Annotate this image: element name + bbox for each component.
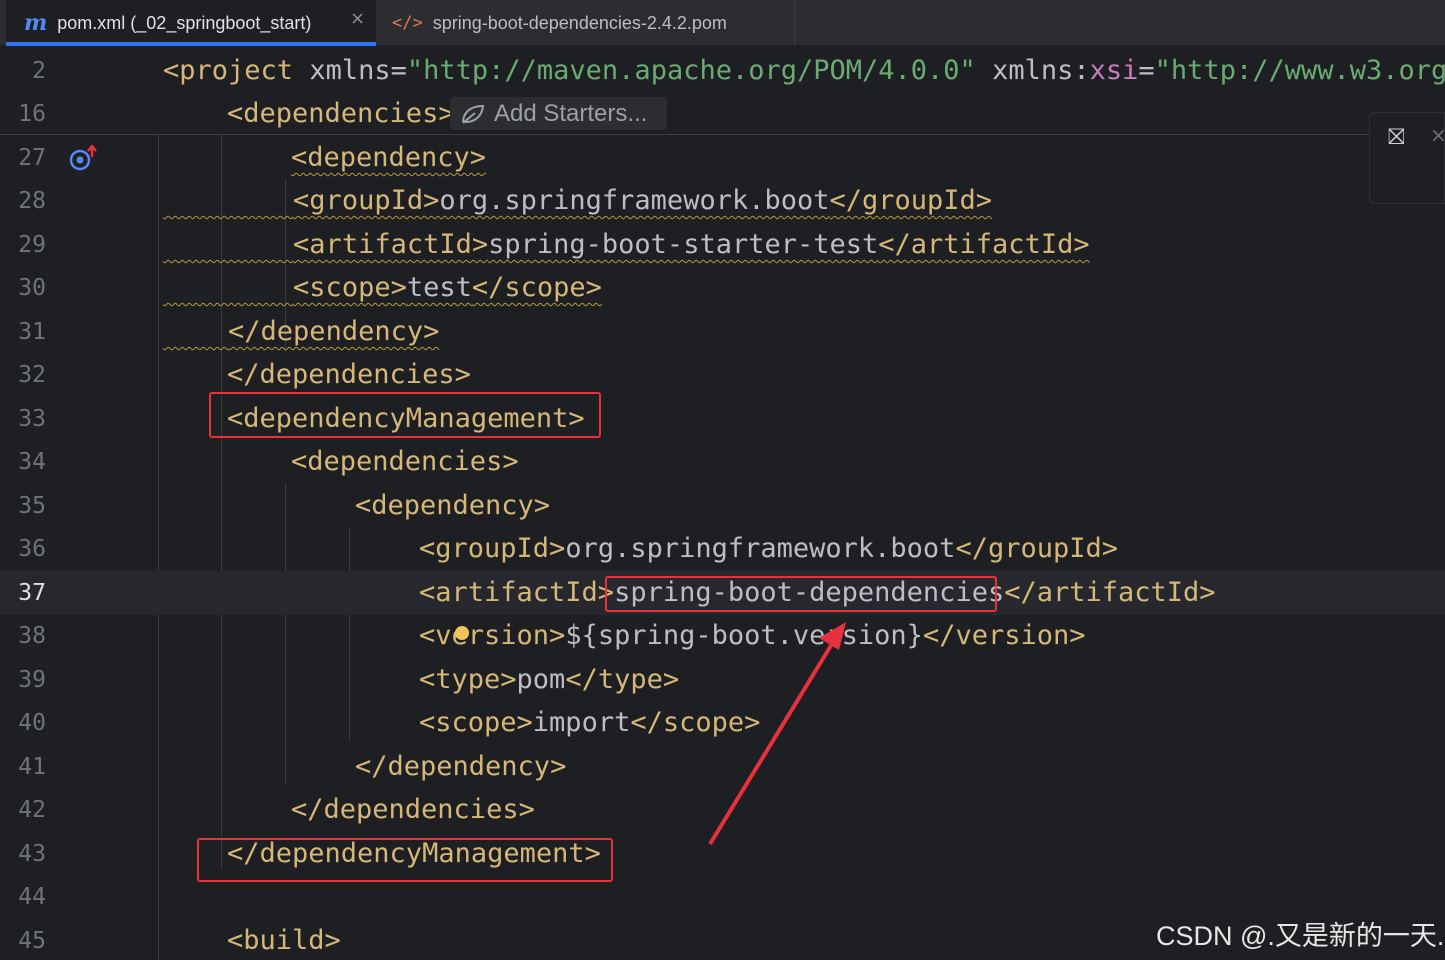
line-content: <dependency>	[355, 490, 551, 521]
sticky-lines-header: 2 <project xmlns="http://maven.apache.or…	[0, 47, 1445, 135]
code-line-current[interactable]: 37 <artifactId>spring-boot-dependencies<…	[0, 571, 1445, 615]
line-content: </dependencyManagement>	[227, 838, 601, 869]
add-starters-button[interactable]: Add Starters...	[450, 97, 667, 130]
line-number: 31	[18, 319, 46, 345]
line-number: 45	[18, 928, 46, 954]
line-content: <scope>test</scope>	[293, 272, 602, 303]
line-number: 32	[18, 362, 46, 388]
code-line[interactable]: 16 <dependencies>	[0, 92, 1445, 136]
line-content: <dependency>	[291, 142, 487, 173]
line-content: <groupId>org.springframework.boot</group…	[419, 533, 1119, 564]
line-content: <dependencies>	[227, 98, 455, 129]
line-number: 40	[18, 710, 46, 736]
add-starters-label: Add Starters...	[494, 99, 648, 127]
tab-pom-xml[interactable]: m pom.xml (_02_springboot_start) ×	[6, 0, 376, 46]
reader-mode-icon[interactable]: ⛝	[1388, 125, 1405, 150]
line-number: 38	[18, 623, 46, 649]
code-line[interactable]: 27 <dependency>	[0, 136, 1445, 180]
code-line[interactable]: 2 <project xmlns="http://maven.apache.or…	[0, 49, 1445, 93]
close-icon[interactable]: ×	[1430, 123, 1445, 147]
spring-leaf-icon	[461, 104, 485, 124]
code-line[interactable]: 29 <artifactId>spring-boot-starter-test<…	[0, 223, 1445, 267]
line-content: <build>	[227, 925, 341, 956]
line-content: <project xmlns="http://maven.apache.org/…	[163, 55, 1445, 86]
tab-label: spring-boot-dependencies-2.4.2.pom	[432, 12, 727, 33]
implements-icon[interactable]	[68, 145, 98, 171]
line-number: 39	[18, 667, 46, 693]
code-line[interactable]: 35 <dependency>	[0, 484, 1445, 528]
line-number: 41	[18, 754, 46, 780]
line-content: </dependencies>	[291, 794, 535, 825]
intention-bulb-icon[interactable]	[455, 626, 469, 640]
close-icon[interactable]: ×	[350, 8, 365, 29]
line-number: 2	[32, 58, 46, 84]
csdn-watermark: CSDN @.又是新的一天.	[1156, 921, 1445, 951]
line-number: 33	[18, 406, 46, 432]
line-number: 16	[18, 101, 46, 127]
line-content: <type>pom</type>	[419, 664, 680, 695]
tab-label: pom.xml (_02_springboot_start)	[57, 12, 312, 33]
code-line[interactable]: 34 <dependencies>	[0, 440, 1445, 484]
line-number: 42	[18, 797, 46, 823]
active-tab-indicator	[6, 42, 376, 46]
code-line[interactable]: 44	[0, 875, 1445, 919]
line-content: </dependencies>	[227, 359, 471, 390]
line-number: 29	[18, 232, 46, 258]
reader-mode-widget: ⛝ ×	[1369, 112, 1445, 204]
line-number: 28	[18, 188, 46, 214]
line-content: <groupId>org.springframework.boot</group…	[293, 185, 993, 216]
code-editor[interactable]: 2 <project xmlns="http://maven.apache.or…	[0, 47, 1445, 960]
annotation-arrow	[708, 622, 846, 846]
line-number: 36	[18, 536, 46, 562]
code-line[interactable]: 33 <dependencyManagement>	[0, 397, 1445, 441]
tab-spring-boot-dependencies-pom[interactable]: </> spring-boot-dependencies-2.4.2.pom	[376, 0, 795, 46]
line-content: <artifactId>spring-boot-dependencies</ar…	[419, 577, 1216, 608]
maven-file-icon: m	[24, 10, 48, 36]
line-number: 43	[18, 841, 46, 867]
editor-tab-bar: m pom.xml (_02_springboot_start) × </> s…	[0, 0, 1445, 46]
code-line[interactable]: 30 <scope>test</scope>	[0, 266, 1445, 310]
line-number: 34	[18, 449, 46, 475]
line-number: 30	[18, 275, 46, 301]
line-number: 37	[18, 580, 46, 606]
tab-divider	[794, 0, 795, 46]
code-line[interactable]: 28 <groupId>org.springframework.boot</gr…	[0, 179, 1445, 223]
code-line[interactable]: 31 </dependency>	[0, 310, 1445, 354]
line-content: <artifactId>spring-boot-starter-test</ar…	[293, 229, 1090, 260]
line-content: </dependency>	[355, 751, 567, 782]
code-line[interactable]: 36 <groupId>org.springframework.boot</gr…	[0, 527, 1445, 571]
line-content: </dependency>	[228, 316, 440, 347]
line-content: <dependencies>	[291, 446, 519, 477]
code-line[interactable]: 32 </dependencies>	[0, 353, 1445, 397]
line-number: 35	[18, 493, 46, 519]
xml-file-icon: </>	[392, 13, 423, 33]
line-number: 44	[18, 884, 46, 910]
line-content: <dependencyManagement>	[227, 403, 585, 434]
line-number: 27	[18, 145, 46, 171]
